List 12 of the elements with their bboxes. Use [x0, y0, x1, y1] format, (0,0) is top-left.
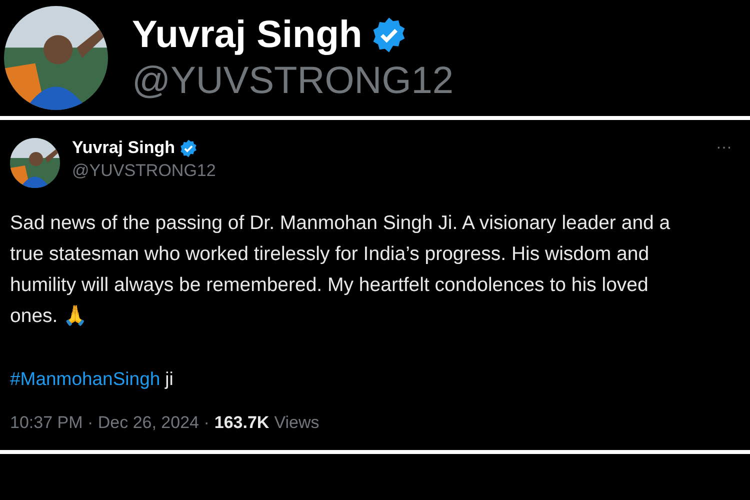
views-label: Views: [274, 412, 320, 434]
avatar-icon: [10, 138, 60, 188]
more-button[interactable]: ···: [716, 136, 732, 160]
tweet-timestamp[interactable]: 10:37 PM · Dec 26, 2024 ·: [10, 410, 210, 436]
profile-handle: @YUVSTRONG12: [132, 59, 454, 104]
author-name[interactable]: Yuvraj Singh: [72, 136, 175, 160]
views-count: 163.7K: [214, 412, 270, 434]
hashtag-suffix: ji: [165, 367, 174, 391]
tweet-text: Sad news of the passing of Dr. Manmohan Singh Ji. A visionary leader and a true statesman who worked tirelessly for India’s progress. His wisdom and humility will always be remembered. My heartfelt condolences to his loved ones. 🙏: [10, 211, 672, 329]
hashtag-link[interactable]: #ManmohanSingh: [10, 363, 160, 394]
author-handle[interactable]: @YUVSTRONG12: [72, 160, 216, 182]
profile-name: Yuvraj Singh: [132, 13, 362, 58]
